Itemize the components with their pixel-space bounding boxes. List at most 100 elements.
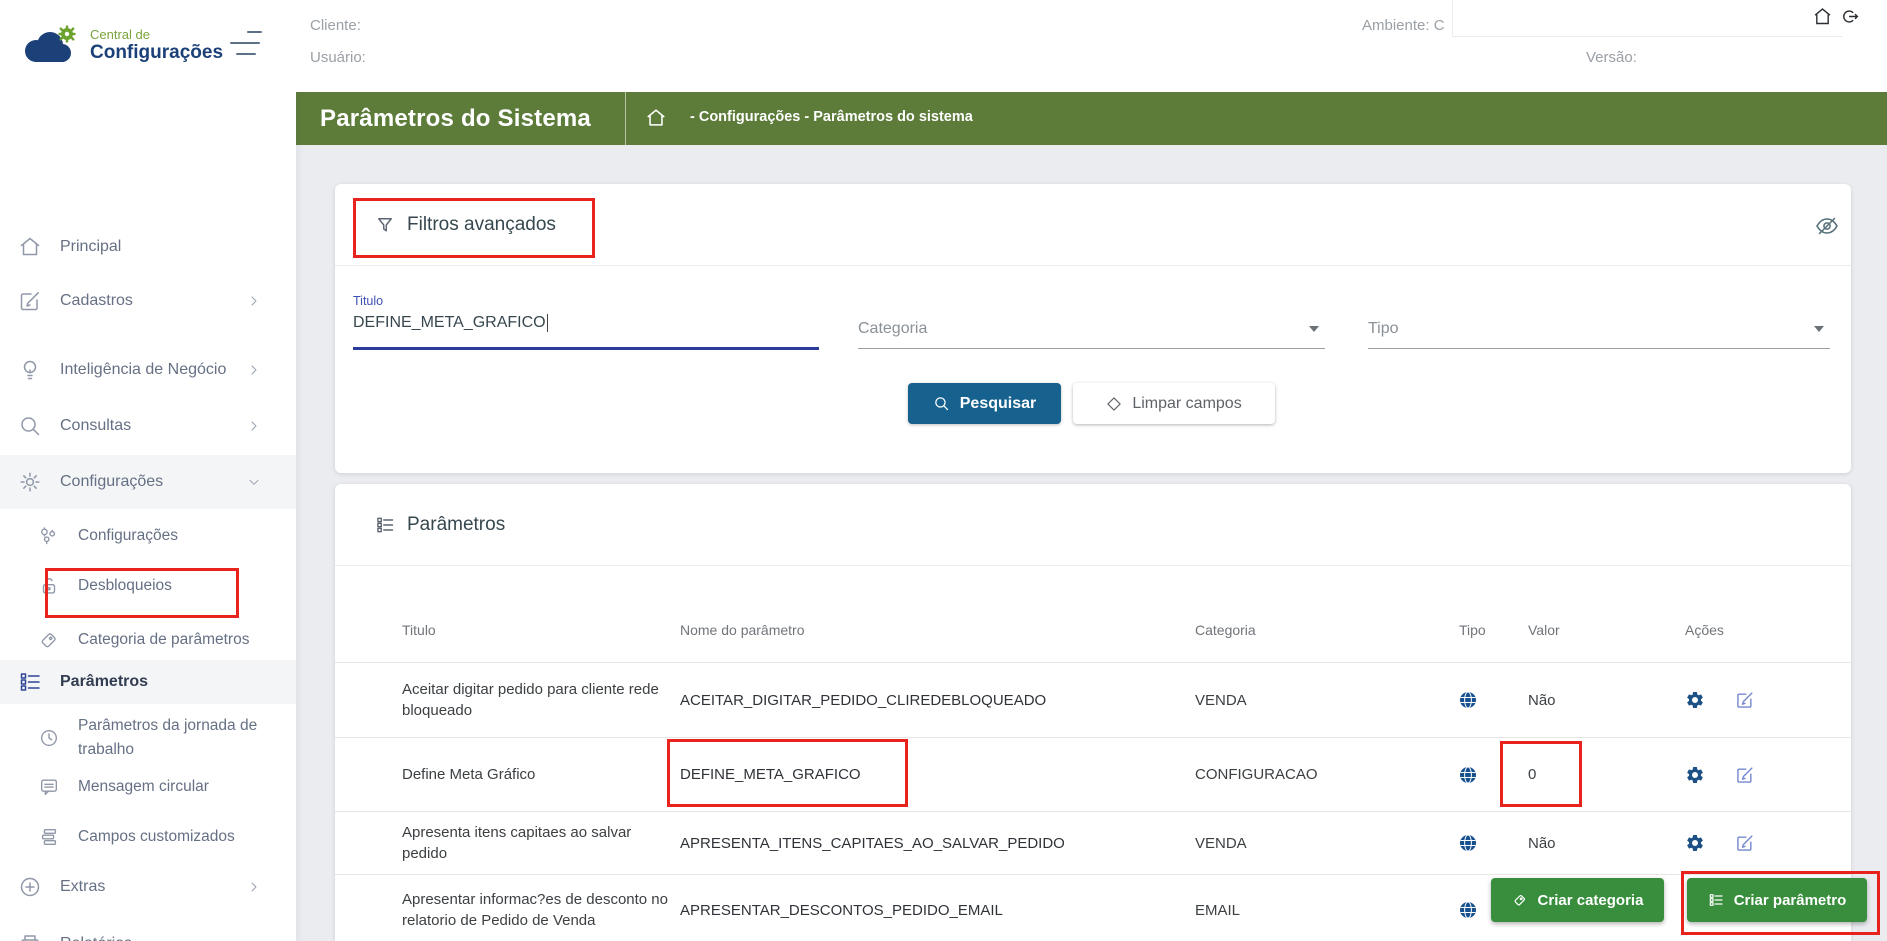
- dropdown-arrow-icon: [1814, 326, 1824, 332]
- categoria-select[interactable]: Categoria: [858, 294, 1325, 350]
- titulo-input[interactable]: DEFINE_META_GRAFICO: [353, 314, 546, 332]
- sidebar-item-label: Mensagem circular: [78, 778, 209, 795]
- sidebar-item-principal[interactable]: Principal: [0, 224, 296, 270]
- field-underline: [1368, 348, 1830, 349]
- sidebar-item-label: Parâmetros: [60, 673, 149, 690]
- table-row: Aceitar digitar pedido para cliente rede…: [335, 663, 1851, 738]
- sidebar-item-parametros[interactable]: Parâmetros: [0, 660, 296, 704]
- filters-toggle[interactable]: Filtros avançados: [375, 184, 556, 265]
- divider: [625, 92, 626, 145]
- cloud-gear-logo-icon: [25, 25, 76, 62]
- cell-tipo: [1459, 834, 1528, 852]
- sidebar-item-mensagem-circular[interactable]: Mensagem circular: [0, 764, 296, 810]
- column-header-valor: Valor: [1528, 622, 1560, 638]
- sidebar-item-campos-customizados[interactable]: Campos customizados: [0, 814, 296, 860]
- menu-toggle-icon[interactable]: [230, 31, 262, 55]
- field-underline: [858, 348, 1325, 349]
- create-parameter-button[interactable]: Criar parâmetro: [1687, 878, 1867, 922]
- dropdown-arrow-icon: [1309, 326, 1319, 332]
- sidebar-item-configuracoes[interactable]: Configurações: [0, 455, 296, 509]
- cell-titulo: Aceitar digitar pedido para cliente rede…: [402, 681, 659, 719]
- globe-icon: [1460, 901, 1476, 919]
- chevron-right-icon: [246, 362, 262, 378]
- titulo-field[interactable]: Titulo DEFINE_META_GRAFICO: [353, 294, 819, 350]
- cell-titulo: Apresentar informac?es de desconto no re…: [402, 891, 668, 929]
- cell-tipo: [1459, 691, 1528, 709]
- cell-acoes: [1685, 690, 1851, 710]
- titulo-field-label: Titulo: [353, 294, 384, 308]
- column-header-acoes: Ações: [1685, 622, 1724, 638]
- sidebar-item-inteligencia-de-negocio[interactable]: Inteligência de Negócio: [0, 340, 296, 400]
- sidebar-item-consultas[interactable]: Consultas: [0, 403, 296, 449]
- bulb-icon: [18, 358, 42, 382]
- cell-categoria: VENDA: [1195, 691, 1247, 709]
- create-category-button[interactable]: Criar categoria: [1491, 878, 1664, 922]
- tipo-select[interactable]: Tipo: [1368, 294, 1830, 350]
- app-logo: Central de Configurações: [18, 22, 223, 68]
- sidebar-item-desbloqueios[interactable]: Desbloqueios: [0, 563, 296, 609]
- app-screen: Central de Configurações Cliente: Usuári…: [0, 0, 1887, 941]
- home-icon[interactable]: [1812, 6, 1833, 27]
- row-edit-icon[interactable]: [1735, 765, 1755, 785]
- sidebar-item-label: Principal: [60, 238, 122, 255]
- search-button-label: Pesquisar: [959, 394, 1037, 412]
- filters-card: Filtros avançados Titulo DEFINE_META_GRA…: [335, 184, 1851, 473]
- sidebar-item-label: Campos customizados: [78, 828, 235, 845]
- chevron-right-icon: [246, 879, 262, 895]
- edit-icon: [18, 289, 42, 313]
- field-underline: [353, 347, 819, 350]
- cell-categoria: EMAIL: [1195, 901, 1241, 919]
- sidebar-item-label: Categoria de parâmetros: [78, 631, 250, 648]
- table-row: Apresenta itens capitaes ao salvar pedid…: [335, 812, 1851, 875]
- chevron-right-icon: [246, 418, 262, 434]
- cell-titulo: Define Meta Gráfico: [402, 766, 536, 783]
- hide-filters-eye-slash-icon[interactable]: [1815, 216, 1839, 236]
- logo-text-line2: Configurações: [90, 42, 224, 63]
- search-button[interactable]: Pesquisar: [908, 383, 1061, 424]
- sidebar-item-configuracoes-sub[interactable]: Configurações: [0, 513, 296, 559]
- sidebar-item-label: Extras: [60, 878, 106, 895]
- top-bar: Central de Configurações Cliente: Usuári…: [0, 0, 1887, 92]
- row-settings-gear-icon[interactable]: [1685, 765, 1705, 785]
- filters-title: Filtros avançados: [407, 213, 556, 235]
- sidebar-item-relatorios[interactable]: Relatórios: [0, 921, 296, 941]
- sidebar-item-label: Relatórios: [60, 932, 132, 941]
- versao-label: Versão:: [1586, 49, 1637, 66]
- filters-card-header: Filtros avançados: [335, 184, 1851, 266]
- breadcrumb-home-icon[interactable]: [645, 107, 667, 129]
- clear-fields-button[interactable]: Limpar campos: [1073, 383, 1275, 424]
- create-category-label: Criar categoria: [1537, 891, 1644, 909]
- sidebar-item-label: Inteligência de Negócio: [60, 361, 227, 378]
- sidebar-item-label: Parâmetros da jornada de trabalho: [78, 717, 258, 758]
- row-edit-icon[interactable]: [1735, 690, 1755, 710]
- globe-icon: [1460, 834, 1476, 852]
- row-settings-gear-icon[interactable]: [1685, 833, 1705, 853]
- logout-icon[interactable]: [1839, 6, 1860, 27]
- ambiente-label: Ambiente: C: [1362, 17, 1445, 34]
- chevron-down-icon: [246, 474, 262, 490]
- list-icon: [375, 515, 395, 535]
- row-settings-gear-icon[interactable]: [1685, 690, 1705, 710]
- tag-icon: [38, 629, 60, 651]
- cell-tipo: [1459, 766, 1528, 784]
- eraser-diamond-icon: [1107, 396, 1122, 411]
- list-icon: [18, 670, 42, 694]
- gear-icon: [18, 470, 42, 494]
- cell-nome: ACEITAR_DIGITAR_PEDIDO_CLIREDEBLOQUEADO: [680, 691, 1047, 709]
- sidebar-item-parametros-jornada[interactable]: Parâmetros da jornada de trabalho: [0, 708, 296, 768]
- sidebar: Principal Cadastros Inteligência de Negó…: [0, 92, 296, 941]
- cell-valor: Não: [1528, 691, 1556, 709]
- unlock-icon: [38, 575, 60, 597]
- clock-icon: [38, 727, 60, 749]
- row-edit-icon[interactable]: [1735, 833, 1755, 853]
- cell-acoes: [1685, 833, 1851, 853]
- sidebar-item-extras[interactable]: Extras: [0, 864, 296, 910]
- cell-categoria: VENDA: [1195, 834, 1247, 852]
- sidebar-item-cadastros[interactable]: Cadastros: [0, 278, 296, 324]
- text-cursor: [546, 314, 549, 332]
- sidebar-item-label: Desbloqueios: [78, 577, 172, 594]
- cell-nome: APRESENTAR_DESCONTOS_PEDIDO_EMAIL: [680, 901, 1003, 919]
- search-icon: [934, 397, 948, 411]
- sidebar-item-label: Configurações: [78, 527, 178, 544]
- globe-icon: [1460, 691, 1476, 709]
